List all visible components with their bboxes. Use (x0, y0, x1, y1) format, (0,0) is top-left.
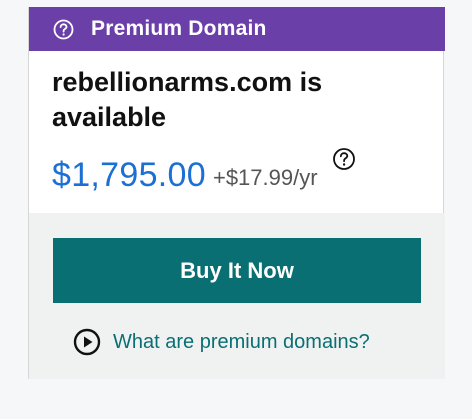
play-circle-icon (73, 328, 101, 356)
domain-price: $1,795.00 (52, 156, 206, 194)
question-circle-icon[interactable] (332, 147, 356, 171)
premium-domain-card: Premium Domain rebellionarms.com is avai… (28, 7, 445, 379)
purchase-panel: Buy It Now What are premium domains? (29, 213, 445, 379)
premium-domain-banner: Premium Domain (29, 7, 445, 51)
premium-domains-info-link[interactable]: What are premium domains? (73, 325, 370, 359)
price-row: $1,795.00 +$17.99/yr (52, 147, 318, 195)
question-circle-icon (53, 19, 74, 40)
availability-headline: rebellionarms.com is available (52, 67, 323, 132)
renewal-price: +$17.99/yr (212, 165, 318, 190)
banner-label: Premium Domain (91, 17, 267, 40)
buy-it-now-button[interactable]: Buy It Now (53, 238, 421, 303)
premium-domains-info-label: What are premium domains? (113, 330, 370, 353)
